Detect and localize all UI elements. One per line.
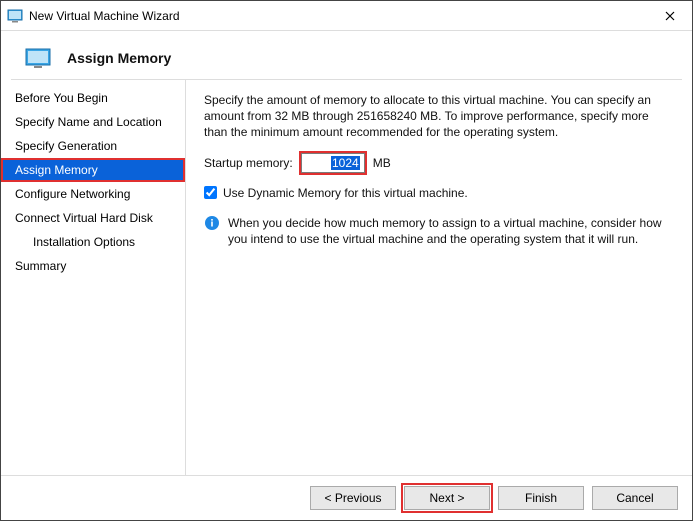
close-icon [665, 11, 675, 21]
window-title: New Virtual Machine Wizard [29, 9, 180, 23]
step-connect-vhd[interactable]: Connect Virtual Hard Disk [1, 206, 185, 230]
finish-button[interactable]: Finish [498, 486, 584, 510]
titlebar: New Virtual Machine Wizard [1, 1, 692, 31]
info-row: When you decide how much memory to assig… [204, 215, 674, 247]
step-configure-networking[interactable]: Configure Networking [1, 182, 185, 206]
header-vm-icon [25, 47, 53, 69]
dynamic-memory-checkbox-row[interactable]: Use Dynamic Memory for this virtual mach… [204, 185, 674, 201]
dynamic-memory-label: Use Dynamic Memory for this virtual mach… [223, 185, 468, 201]
cancel-button[interactable]: Cancel [592, 486, 678, 510]
dynamic-memory-checkbox[interactable] [204, 186, 217, 199]
close-button[interactable] [648, 1, 692, 31]
startup-memory-row: Startup memory: 1024 MB [204, 153, 674, 173]
wizard-body: Before You Begin Specify Name and Locati… [1, 80, 692, 475]
wizard-content: Specify the amount of memory to allocate… [186, 80, 692, 475]
step-specify-name-location[interactable]: Specify Name and Location [1, 110, 185, 134]
wizard-footer: < Previous Next > Finish Cancel [1, 475, 692, 520]
step-assign-memory[interactable]: Assign Memory [1, 158, 185, 182]
memory-unit-label: MB [373, 155, 391, 171]
startup-memory-label: Startup memory: [204, 155, 293, 171]
info-icon [204, 215, 220, 231]
step-before-you-begin[interactable]: Before You Begin [1, 86, 185, 110]
startup-memory-input[interactable]: 1024 [301, 153, 365, 173]
previous-button[interactable]: < Previous [310, 486, 396, 510]
info-text: When you decide how much memory to assig… [228, 215, 674, 247]
next-button[interactable]: Next > [404, 486, 490, 510]
step-installation-options[interactable]: Installation Options [1, 230, 185, 254]
step-summary[interactable]: Summary [1, 254, 185, 278]
wizard-steps-sidebar: Before You Begin Specify Name and Locati… [1, 80, 186, 475]
vm-wizard-icon [7, 8, 23, 24]
page-title: Assign Memory [67, 50, 171, 66]
description-text: Specify the amount of memory to allocate… [204, 92, 674, 141]
wizard-header: Assign Memory [1, 31, 692, 79]
step-specify-generation[interactable]: Specify Generation [1, 134, 185, 158]
wizard-window: New Virtual Machine Wizard Assign Memory… [0, 0, 693, 521]
